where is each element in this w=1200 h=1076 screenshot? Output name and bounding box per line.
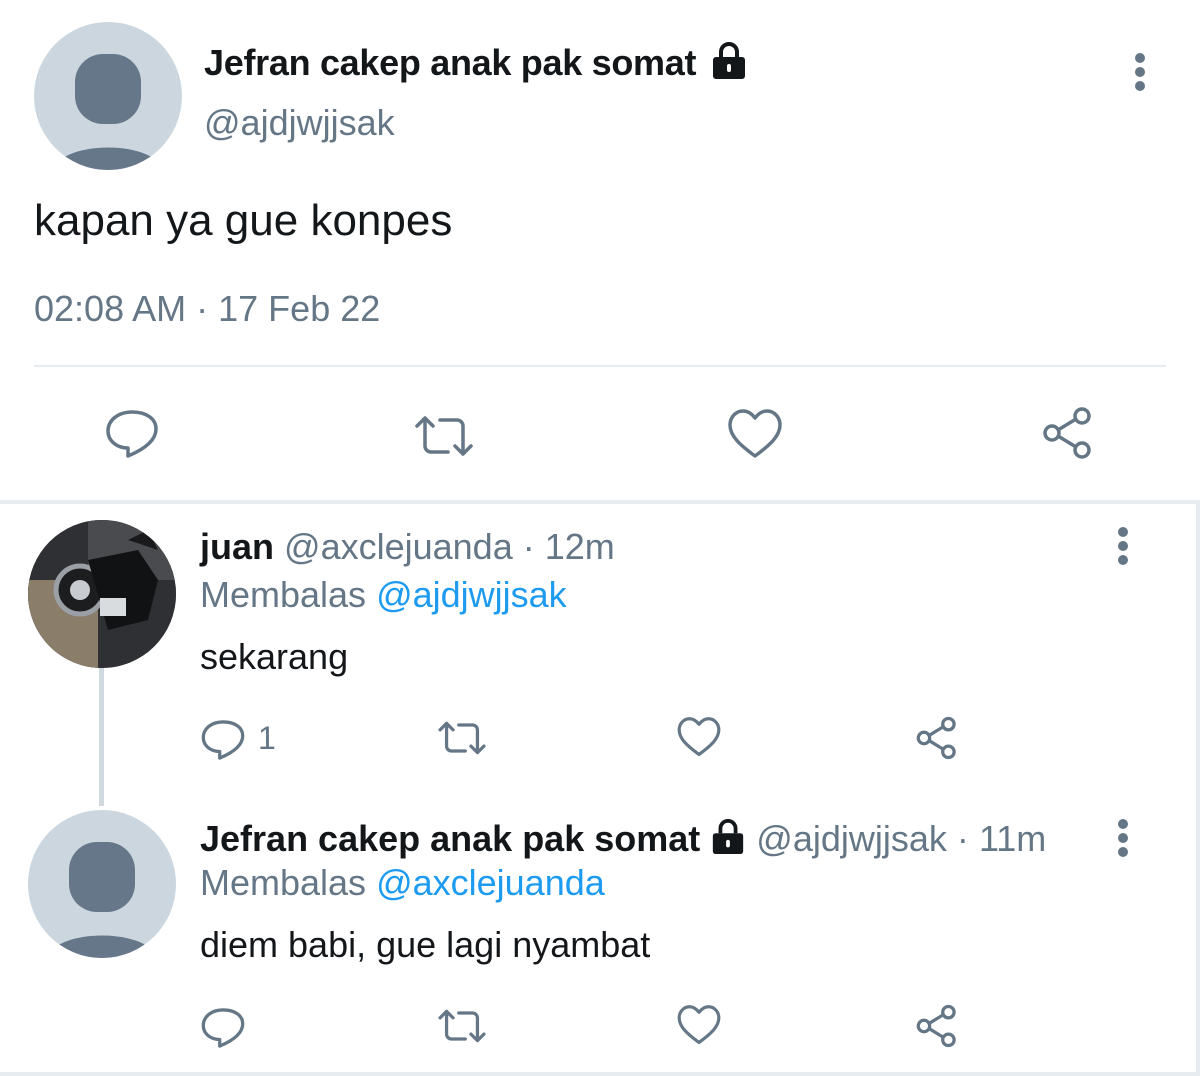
more-vertical-icon[interactable] [1113,818,1133,858]
reply-icon[interactable] [200,718,246,762]
more-vertical-icon[interactable] [1130,52,1150,92]
tweet-time: 02:08 AM [34,288,187,329]
reply-text: sekarang [200,636,349,677]
reply-author-name[interactable]: Jefran cakep anak pak somat [200,818,700,859]
replying-to-link[interactable]: @ajdjwjjsak [376,574,567,615]
share-icon[interactable] [914,716,960,760]
default-avatar-icon [46,842,158,958]
share-icon[interactable] [1040,406,1096,460]
like-icon[interactable] [676,716,722,758]
reply-author-handle[interactable]: @axclejuanda [284,526,513,567]
reply-author-name[interactable]: juan [200,526,274,567]
like-icon[interactable] [676,1004,722,1046]
main-tweet-divider [34,365,1166,367]
replying-to: Membalas @ajdjwjjsak [200,574,567,616]
reply-count: 1 [258,720,276,756]
main-author-handle[interactable]: @ajdjwjjsak [204,102,395,144]
lock-icon [713,819,744,855]
more-vertical-icon[interactable] [1113,526,1133,566]
replying-to-label: Membalas [200,574,367,615]
lock-icon [712,42,745,80]
section-divider [0,500,1200,504]
replying-to-link[interactable]: @axclejuanda [376,862,605,903]
retweet-icon[interactable] [436,1008,488,1044]
meta-separator: · [196,288,209,329]
reply-time-ago: 11m [978,818,1047,859]
motorcycle-photo-icon [28,520,176,668]
thread-connector-line [99,668,104,806]
retweet-icon[interactable] [412,414,476,458]
main-author-avatar[interactable] [34,22,182,170]
reply-author-avatar[interactable] [28,520,176,668]
replying-to-label: Membalas [200,862,367,903]
reply-icon[interactable] [104,408,160,460]
reply-header: juan @axclejuanda · 12m [200,526,615,568]
reply-time-ago: 12m [544,526,615,567]
like-icon[interactable] [726,408,784,460]
main-tweet-timestamp: 02:08 AM · 17 Feb 22 [34,288,380,330]
reply-icon[interactable] [200,1006,246,1050]
share-icon[interactable] [914,1004,960,1048]
bottom-divider [0,1072,1200,1076]
main-author-name-text[interactable]: Jefran cakep anak pak somat [204,42,696,83]
main-tweet-text: kapan ya gue konpes [34,196,453,245]
reply-text: diem babi, gue lagi nyambat [200,924,651,965]
default-avatar-icon [52,54,164,170]
right-edge-divider [1196,500,1200,1076]
reply-header: Jefran cakep anak pak somat @ajdjwjjsak … [200,818,1046,860]
replying-to: Membalas @axclejuanda [200,862,605,904]
main-author-name[interactable]: Jefran cakep anak pak somat [204,42,748,84]
reply-author-avatar[interactable] [28,810,176,958]
retweet-icon[interactable] [436,720,488,756]
reply-author-handle[interactable]: @ajdjwjjsak [756,818,947,859]
tweet-date: 17 Feb 22 [218,288,381,329]
header-separator: · [522,526,535,567]
header-separator: · [956,818,969,859]
